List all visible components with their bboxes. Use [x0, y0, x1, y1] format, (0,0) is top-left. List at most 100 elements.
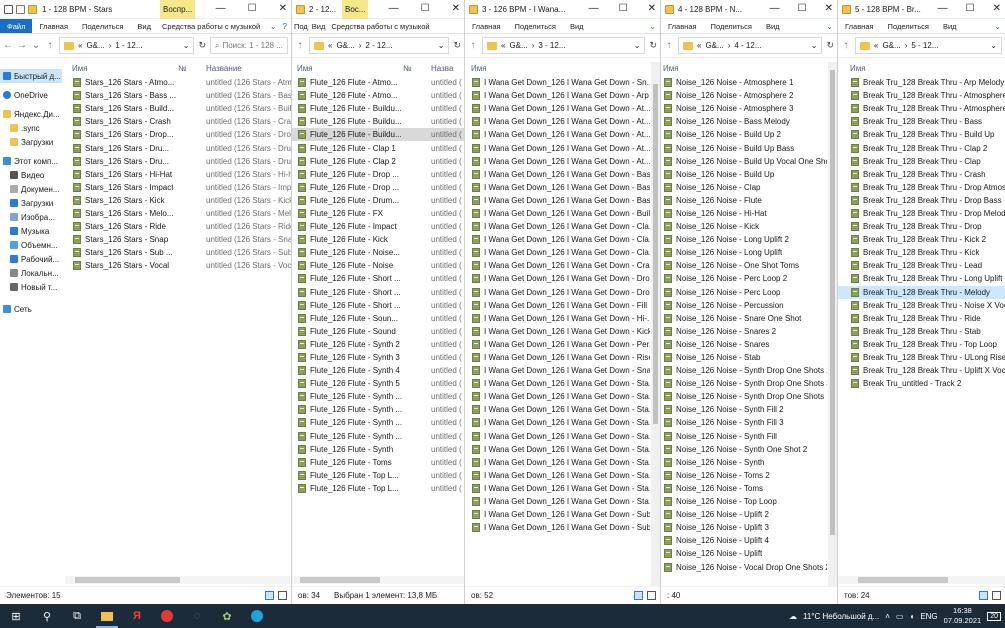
file-row[interactable]: Stars_126 Stars - Dru... untitled (126 St…: [65, 141, 291, 154]
address-segment[interactable]: 1 - 12...: [115, 41, 142, 50]
address-segment[interactable]: G&...: [509, 41, 527, 50]
refresh-icon[interactable]: ↻: [649, 40, 657, 51]
nav-item-desktop[interactable]: Рабочий...: [0, 252, 62, 266]
address-bar[interactable]: « G&... › 3 - 12... ⌄: [482, 37, 646, 54]
chevron-down-icon[interactable]: ⌄: [811, 41, 818, 50]
nav-item-pictures[interactable]: Изобра...: [0, 210, 62, 224]
file-row[interactable]: I Wana Get Down_126 I Wana Get Down - Pe…: [465, 338, 650, 351]
file-row[interactable]: I Wana Get Down_126 I Wana Get Down - Hi…: [465, 312, 650, 325]
file-row[interactable]: Break Tru_128 Break Thru - Clap: [838, 155, 1005, 168]
title-bar[interactable]: 1 - 128 BPM - Stars Воспр... — ☐ ✕: [0, 0, 291, 19]
details-view-icon[interactable]: [634, 591, 643, 600]
horizontal-scrollbar[interactable]: [65, 576, 291, 584]
file-row[interactable]: Flute_126 Flute - Impact untitled (: [292, 220, 464, 233]
file-row[interactable]: Flute_126 Flute - Short ... untitled (: [292, 299, 464, 312]
file-row[interactable]: Flute_126 Flute - Noise untitled (: [292, 259, 464, 272]
task-view-button[interactable]: ⧉: [62, 604, 92, 628]
file-row[interactable]: Noise_126 Noise - Snare One Shot: [661, 312, 827, 325]
file-row[interactable]: Stars_126 Stars - Ride untitled (126 Star…: [65, 220, 291, 233]
file-row[interactable]: I Wana Get Down_126 I Wana Get Down - St…: [465, 469, 650, 482]
file-row[interactable]: I Wana Get Down_126 I Wana Get Down - St…: [465, 482, 650, 495]
address-segment[interactable]: 5 - 12...: [911, 41, 938, 50]
column-header-number[interactable]: №: [403, 64, 412, 73]
chevron-down-icon[interactable]: ⌄: [990, 41, 997, 50]
nav-item-this-pc[interactable]: Этот комп...: [0, 154, 62, 168]
volume-icon[interactable]: ◖: [909, 612, 914, 621]
address-overflow[interactable]: «: [874, 41, 878, 50]
file-row[interactable]: Stars_126 Stars - Impact untitled (126 St…: [65, 181, 291, 194]
minimize-icon[interactable]: —: [589, 3, 599, 14]
tab-view[interactable]: Вид: [563, 22, 591, 31]
file-row[interactable]: Flute_126 Flute - Buildu... untitled (: [292, 102, 464, 115]
file-row[interactable]: Break Tru_128 Break Thru - Uplift X Voca…: [838, 364, 1005, 377]
file-row[interactable]: Break Tru_128 Break Thru - Crash: [838, 168, 1005, 181]
title-bar[interactable]: 5 - 128 BPM - Br... — ☐ ✕: [838, 0, 1005, 19]
tab-share[interactable]: Под: [292, 22, 310, 31]
file-row[interactable]: Flute_126 Flute - Top L... untitled (: [292, 482, 464, 495]
file-row[interactable]: Flute_126 Flute - Drop ... untitled (: [292, 181, 464, 194]
tab-share[interactable]: Поделиться: [75, 22, 130, 31]
folder-icon[interactable]: [842, 4, 851, 14]
language-indicator[interactable]: ENG: [920, 612, 937, 621]
up-arrow-icon[interactable]: ↑: [468, 40, 478, 51]
file-row[interactable]: Break Tru_128 Break Thru - Kick: [838, 246, 1005, 259]
column-header-title[interactable]: Название: [206, 64, 242, 73]
tab-view[interactable]: Вид: [936, 22, 964, 31]
file-row[interactable]: Break Tru_128 Break Thru - Drop Atmosph.…: [838, 181, 1005, 194]
file-row[interactable]: I Wana Get Down_126 I Wana Get Down - At…: [465, 155, 650, 168]
file-row[interactable]: Stars_126 Stars - Atmo... untitled (126 S…: [65, 76, 291, 89]
file-row[interactable]: Break Tru_128 Break Thru - Kick 2: [838, 233, 1005, 246]
file-row[interactable]: Stars_126 Stars - Sub ... untitled (126 S…: [65, 246, 291, 259]
file-row[interactable]: Break Tru_128 Break Thru - Noise X Vocal: [838, 299, 1005, 312]
file-row[interactable]: Noise_126 Noise - Synth Fill 2: [661, 403, 827, 416]
help-icon[interactable]: ?: [283, 22, 291, 31]
taskbar-explorer[interactable]: [92, 604, 122, 628]
file-row[interactable]: Flute_126 Flute - Clap 2 untitled (: [292, 155, 464, 168]
file-row[interactable]: Noise_126 Noise - Atmosphere 1: [661, 76, 827, 89]
network-icon[interactable]: ▭: [896, 612, 904, 621]
file-row[interactable]: Stars_126 Stars - Hi-Hat untitled (126 St…: [65, 168, 291, 181]
chevron-down-icon[interactable]: ⌄: [634, 41, 641, 50]
file-row[interactable]: Noise_126 Noise - Flute: [661, 194, 827, 207]
address-segment[interactable]: G&...: [705, 41, 723, 50]
address-segment[interactable]: G&...: [86, 41, 104, 50]
file-row[interactable]: Flute_126 Flute - Synth 3 untitled (: [292, 351, 464, 364]
tab-view[interactable]: Вид: [310, 22, 328, 31]
maximize-icon[interactable]: ☐: [619, 3, 628, 14]
file-row[interactable]: I Wana Get Down_126 I Wana Get Down - Ba…: [465, 168, 650, 181]
nav-item-new-volume[interactable]: Новый т...: [0, 280, 62, 294]
file-row[interactable]: Stars_126 Stars - Kick untitled (126 Star…: [65, 194, 291, 207]
file-row[interactable]: Noise_126 Noise - Build Up: [661, 168, 827, 181]
up-arrow-icon[interactable]: ↑: [841, 40, 851, 51]
tab-home[interactable]: Главная: [661, 22, 704, 31]
column-header-name[interactable]: Имя: [663, 64, 679, 73]
tiles-view-icon[interactable]: [992, 591, 1001, 600]
file-row[interactable]: Break Tru_128 Break Thru - Arp Melody: [838, 76, 1005, 89]
file-row[interactable]: Noise_126 Noise - Perc Loop 2: [661, 272, 827, 285]
file-row[interactable]: Break Tru_128 Break Thru - Atmosphere 3: [838, 102, 1005, 115]
chevron-down-icon[interactable]: ⌄: [994, 22, 1005, 31]
file-row[interactable]: Stars_126 Stars - Drop... untitled (126 S…: [65, 128, 291, 141]
back-arrow-icon[interactable]: ←: [3, 40, 13, 51]
address-segment[interactable]: 4 - 12...: [734, 41, 761, 50]
start-button[interactable]: ⊞: [0, 604, 32, 628]
file-row[interactable]: I Wana Get Down_126 I Wana Get Down - At…: [465, 128, 650, 141]
file-row[interactable]: Noise_126 Noise - Toms: [661, 482, 827, 495]
file-row[interactable]: I Wana Get Down_126 I Wana Get Down - Ar…: [465, 89, 650, 102]
file-row[interactable]: Flute_126 Flute - Synth ... untitled (: [292, 403, 464, 416]
file-row[interactable]: Noise_126 Noise - Bass Melody: [661, 115, 827, 128]
file-row[interactable]: Flute_126 Flute - FX untitled (: [292, 207, 464, 220]
search-input[interactable]: ⌕ Поиск: 1 - 128 ...: [210, 37, 288, 54]
close-icon[interactable]: ✕: [993, 3, 1001, 14]
file-row[interactable]: Break Tru_untitled - Track 2: [838, 377, 1005, 390]
file-row[interactable]: Noise_126 Noise - Kick: [661, 220, 827, 233]
file-row[interactable]: Noise_126 Noise - Uplift 2: [661, 508, 827, 521]
nav-item-network[interactable]: Сеть: [0, 302, 62, 316]
tab-music-tools[interactable]: Средства работы с музыкой: [158, 22, 264, 31]
file-row[interactable]: I Wana Get Down_126 I Wana Get Down - St…: [465, 416, 650, 429]
details-view-icon[interactable]: [979, 591, 988, 600]
file-row[interactable]: Noise_126 Noise - Uplift 3: [661, 521, 827, 534]
file-row[interactable]: I Wana Get Down_126 I Wana Get Down - St…: [465, 377, 650, 390]
file-row[interactable]: I Wana Get Down_126 I Wana Get Down - St…: [465, 456, 650, 469]
address-overflow[interactable]: «: [328, 41, 332, 50]
